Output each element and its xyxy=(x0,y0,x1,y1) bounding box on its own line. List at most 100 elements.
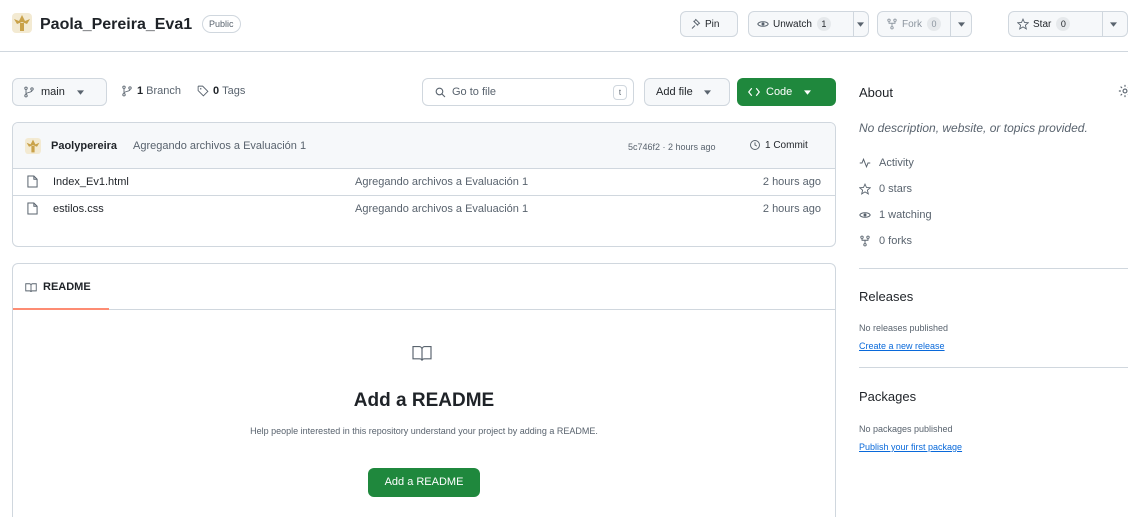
releases-empty-text: No releases published xyxy=(859,323,949,333)
commits-label: 1 Commit xyxy=(765,139,808,151)
divider xyxy=(859,268,1128,269)
fork-icon xyxy=(887,18,897,30)
fork-icon xyxy=(860,235,870,247)
watching-label: 1 watching xyxy=(879,209,932,221)
fork-button[interactable]: Fork 0 xyxy=(877,11,972,37)
tab-readme[interactable]: README xyxy=(13,264,109,310)
divider xyxy=(950,12,951,36)
repo-header: Paola_Pereira_Eva1 Public Pin Unwatch 1 … xyxy=(0,0,1128,52)
forks-link[interactable]: 0 forks xyxy=(859,235,912,247)
branches-count: 1 xyxy=(137,85,144,97)
history-icon xyxy=(750,140,760,150)
star-icon xyxy=(859,183,871,195)
search-placeholder: Go to file xyxy=(452,86,497,98)
about-heading: About xyxy=(859,85,893,100)
packages-heading[interactable]: Packages xyxy=(859,389,916,404)
shortcut-key: t xyxy=(613,85,627,100)
publish-package-link[interactable]: Publish your first package xyxy=(859,442,962,452)
tags-link[interactable]: 0 Tags xyxy=(197,85,245,97)
commit-author[interactable]: Paolypereira xyxy=(51,140,117,152)
code-icon xyxy=(748,87,760,97)
file-commit-message[interactable]: Agregando archivos a Evaluación 1 xyxy=(355,176,528,188)
divider xyxy=(859,367,1128,368)
caret-down-icon[interactable] xyxy=(857,22,864,27)
pulse-icon xyxy=(859,157,871,169)
caret-down-icon xyxy=(76,89,84,95)
commits-link[interactable]: 1 Commit xyxy=(749,139,808,151)
branches-label: Branch xyxy=(146,85,181,97)
go-to-file-input[interactable]: Go to file t xyxy=(422,78,634,106)
branch-name: main xyxy=(41,86,65,98)
watching-link[interactable]: 1 watching xyxy=(859,209,932,221)
author-avatar-icon[interactable] xyxy=(25,138,41,154)
readme-header: README xyxy=(13,264,835,310)
activity-link[interactable]: Activity xyxy=(859,157,914,169)
code-button[interactable]: Code xyxy=(737,78,836,106)
readme-description: Help people interested in this repositor… xyxy=(250,426,598,436)
about-description: No description, website, or topics provi… xyxy=(859,121,1088,135)
file-time: 2 hours ago xyxy=(762,203,821,215)
watch-count: 1 xyxy=(816,17,831,31)
eye-icon xyxy=(757,21,769,27)
create-release-link[interactable]: Create a new release xyxy=(859,341,945,351)
activity-label: Activity xyxy=(879,157,914,169)
add-file-button[interactable]: Add file xyxy=(644,78,730,106)
repo-name[interactable]: Paola_Pereira_Eva1 xyxy=(40,16,192,34)
book-icon xyxy=(412,345,432,361)
owner-avatar-icon[interactable] xyxy=(12,13,32,33)
gear-icon[interactable] xyxy=(1118,84,1128,98)
eye-icon xyxy=(859,212,871,218)
star-button[interactable]: Star 0 xyxy=(1008,11,1128,37)
unwatch-button[interactable]: Unwatch 1 xyxy=(748,11,869,37)
unwatch-label: Unwatch xyxy=(773,18,812,30)
file-icon xyxy=(27,202,38,215)
file-commit-message[interactable]: Agregando archivos a Evaluación 1 xyxy=(355,203,528,215)
file-time: 2 hours ago xyxy=(762,176,821,188)
star-icon xyxy=(1017,18,1029,30)
file-icon xyxy=(27,175,38,188)
caret-down-icon[interactable] xyxy=(958,22,965,27)
divider xyxy=(853,12,854,36)
branch-icon xyxy=(122,85,132,97)
file-name[interactable]: estilos.css xyxy=(53,203,104,215)
commit-hash-time[interactable]: 5c746f2 · 2 hours ago xyxy=(628,142,716,152)
tags-label: Tags xyxy=(222,85,246,97)
latest-commit-row: Paolypereira Agregando archivos a Evalua… xyxy=(13,123,835,169)
add-file-label: Add file xyxy=(656,86,693,98)
fork-label: Fork xyxy=(902,18,922,30)
book-icon xyxy=(25,282,37,292)
pin-label: Pin xyxy=(705,18,720,30)
stars-link[interactable]: 0 stars xyxy=(859,183,912,195)
pin-button[interactable]: Pin xyxy=(680,11,738,37)
star-count: 0 xyxy=(1056,17,1071,31)
table-row[interactable]: Index_Ev1.html Agregando archivos a Eval… xyxy=(13,169,835,195)
tags-count: 0 xyxy=(213,85,220,97)
visibility-badge: Public xyxy=(202,15,241,33)
branch-selector[interactable]: main xyxy=(12,78,107,106)
forks-label: 0 forks xyxy=(879,235,913,247)
stars-label: 0 stars xyxy=(879,183,913,195)
search-icon xyxy=(435,87,446,97)
star-label: Star xyxy=(1033,18,1052,30)
file-name[interactable]: Index_Ev1.html xyxy=(53,176,129,188)
code-label: Code xyxy=(766,86,793,98)
branches-link[interactable]: 1 Branch xyxy=(121,85,181,97)
caret-down-icon xyxy=(703,89,711,95)
readme-tab-label: README xyxy=(43,281,91,293)
pin-icon xyxy=(691,18,701,29)
readme-title: Add a README xyxy=(353,390,495,411)
add-readme-button[interactable]: Add a README xyxy=(368,468,480,497)
tag-icon xyxy=(197,85,209,97)
commit-message[interactable]: Agregando archivos a Evaluación 1 xyxy=(133,140,306,152)
caret-down-icon xyxy=(804,89,812,95)
releases-heading[interactable]: Releases xyxy=(859,289,913,304)
branch-icon xyxy=(24,86,34,98)
packages-empty-text: No packages published xyxy=(859,424,953,434)
fork-count: 0 xyxy=(927,17,941,31)
divider xyxy=(1102,12,1103,36)
tab-underline xyxy=(13,308,109,310)
table-row[interactable]: estilos.css Agregando archivos a Evaluac… xyxy=(13,195,835,222)
caret-down-icon[interactable] xyxy=(1110,22,1117,27)
readme-panel: README Add a README Help people interest… xyxy=(12,263,836,517)
file-table: Paolypereira Agregando archivos a Evalua… xyxy=(12,122,836,247)
